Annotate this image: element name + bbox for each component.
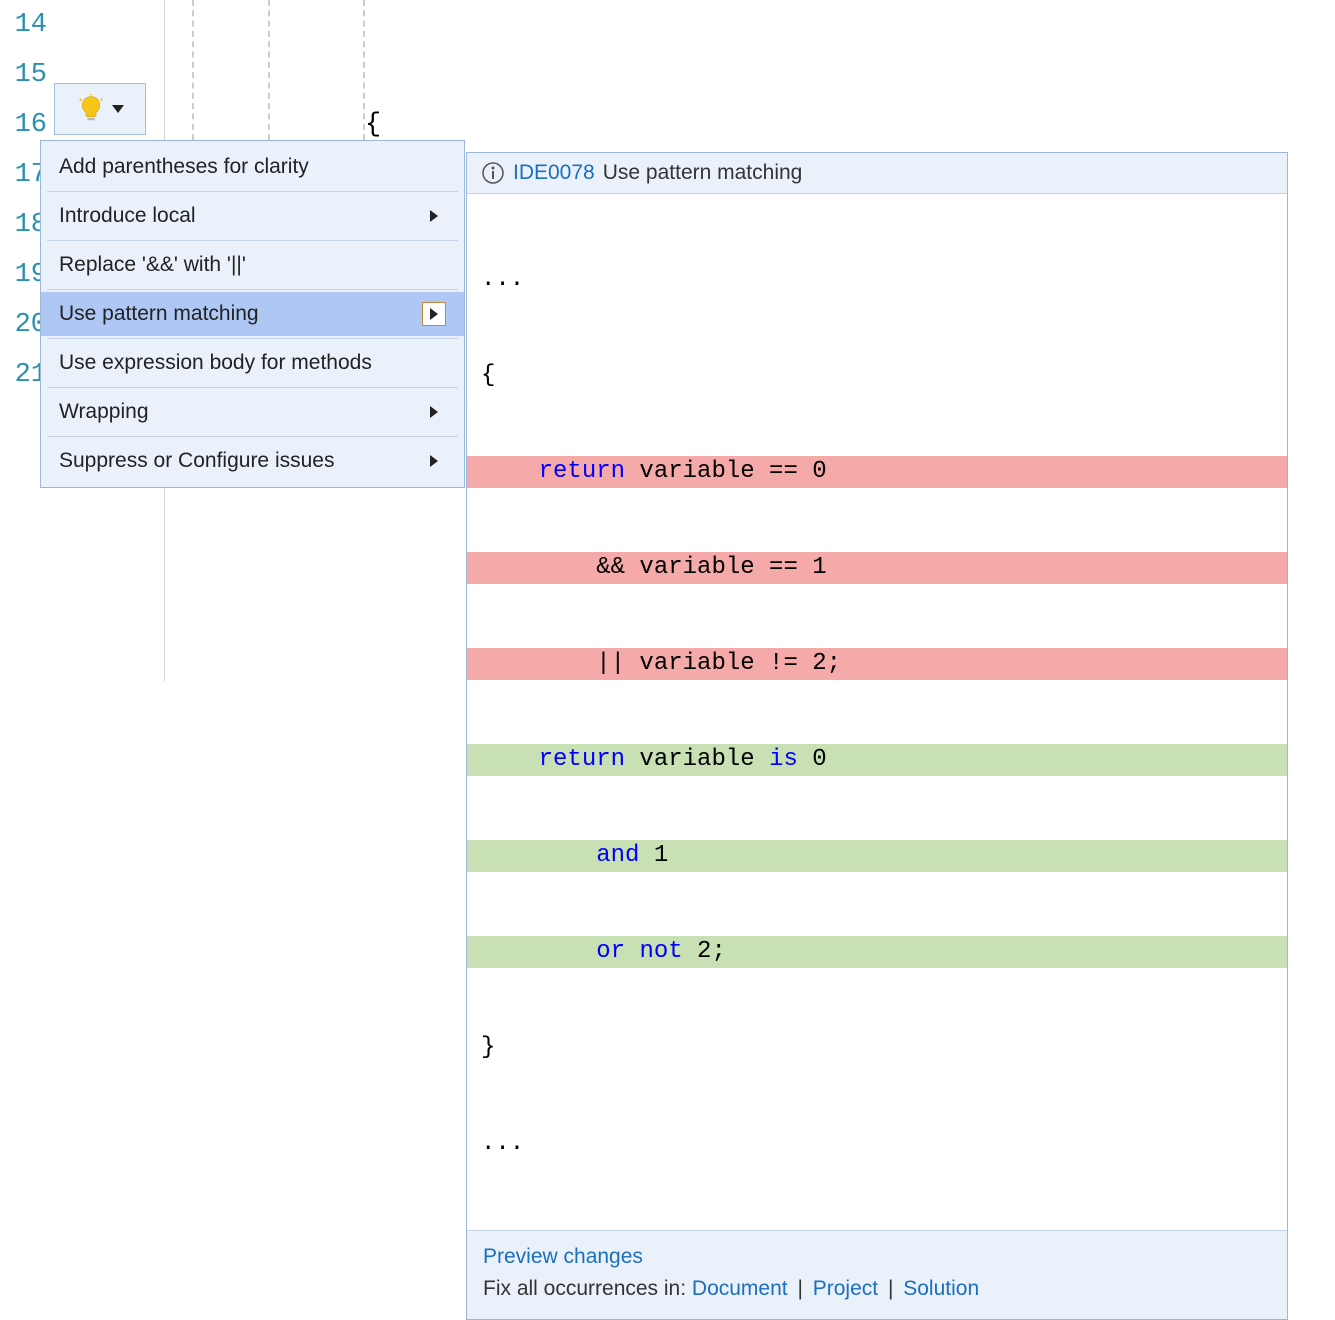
fix-solution-link[interactable]: Solution (903, 1277, 979, 1300)
submenu-indicator (422, 400, 446, 424)
fix-project-link[interactable]: Project (813, 1277, 878, 1300)
quick-actions-menu: Add parentheses for clarity Introduce lo… (40, 140, 465, 488)
indent-guide (192, 0, 194, 140)
menu-separator (47, 191, 458, 192)
menu-item-label: Add parentheses for clarity (59, 155, 309, 179)
chevron-right-icon (430, 406, 438, 418)
keyword: not (639, 938, 682, 965)
menu-item-introduce-local[interactable]: Introduce local (41, 194, 464, 238)
menu-separator (47, 436, 458, 437)
pipe-separator: | (878, 1277, 903, 1300)
diff-added-line: and 1 (467, 840, 1287, 872)
menu-item-replace-and-or[interactable]: Replace '&&' with '||' (41, 243, 464, 287)
info-icon (481, 161, 505, 185)
chevron-right-icon (430, 308, 438, 320)
indent-guide (363, 0, 365, 140)
menu-separator (47, 240, 458, 241)
diff-context-line: } (467, 1032, 1287, 1064)
diff-context-line: ... (467, 1128, 1287, 1160)
keyword: is (769, 746, 798, 773)
menu-separator (47, 289, 458, 290)
diff-context-line: ... (467, 264, 1287, 296)
line-number: 14 (0, 0, 47, 50)
menu-item-add-parentheses[interactable]: Add parentheses for clarity (41, 145, 464, 189)
preview-changes-link[interactable]: Preview changes (483, 1245, 643, 1268)
chevron-down-icon (112, 105, 124, 113)
diagnostic-code: IDE0078 (513, 161, 595, 185)
menu-item-use-pattern-matching[interactable]: Use pattern matching (41, 292, 464, 336)
lightbulb-icon (76, 94, 106, 124)
submenu-indicator (422, 449, 446, 473)
diff-context-line: { (467, 360, 1287, 392)
keyword: return (539, 458, 625, 485)
menu-item-label: Wrapping (59, 400, 149, 424)
chevron-right-icon (430, 210, 438, 222)
diff-added-line: return variable is 0 (467, 744, 1287, 776)
menu-item-label: Introduce local (59, 204, 196, 228)
chevron-right-icon (430, 455, 438, 467)
preview-header: IDE0078 Use pattern matching (467, 153, 1287, 194)
menu-item-label: Replace '&&' with '||' (59, 253, 246, 277)
keyword: return (539, 746, 625, 773)
menu-item-label: Suppress or Configure issues (59, 449, 334, 473)
menu-item-wrapping[interactable]: Wrapping (41, 390, 464, 434)
menu-separator (47, 387, 458, 388)
diagnostic-message: Use pattern matching (603, 161, 803, 185)
menu-item-use-expression-body[interactable]: Use expression body for methods (41, 341, 464, 385)
menu-separator (47, 338, 458, 339)
keyword: and (596, 842, 639, 869)
diff-preview: ... { return variable == 0 && variable =… (467, 194, 1287, 1230)
menu-item-label: Use pattern matching (59, 302, 259, 326)
line-number: 15 (0, 50, 47, 100)
fix-all-label: Fix all occurrences in: (483, 1277, 692, 1300)
preview-footer: Preview changes Fix all occurrences in: … (467, 1230, 1287, 1319)
indent-guide (268, 0, 270, 140)
pipe-separator: | (788, 1277, 813, 1300)
quick-actions-lightbulb-button[interactable] (54, 83, 146, 135)
menu-item-label: Use expression body for methods (59, 351, 372, 375)
submenu-indicator (422, 204, 446, 228)
diff-removed-line: || variable != 2; (467, 648, 1287, 680)
diff-removed-line: return variable == 0 (467, 456, 1287, 488)
diff-removed-line: && variable == 1 (467, 552, 1287, 584)
diff-added-line: or not 2; (467, 936, 1287, 968)
fix-document-link[interactable]: Document (692, 1277, 788, 1300)
quick-action-preview-panel: IDE0078 Use pattern matching ... { retur… (466, 152, 1288, 1320)
submenu-indicator (422, 302, 446, 326)
keyword: or (596, 938, 625, 965)
menu-item-suppress-configure[interactable]: Suppress or Configure issues (41, 439, 464, 483)
